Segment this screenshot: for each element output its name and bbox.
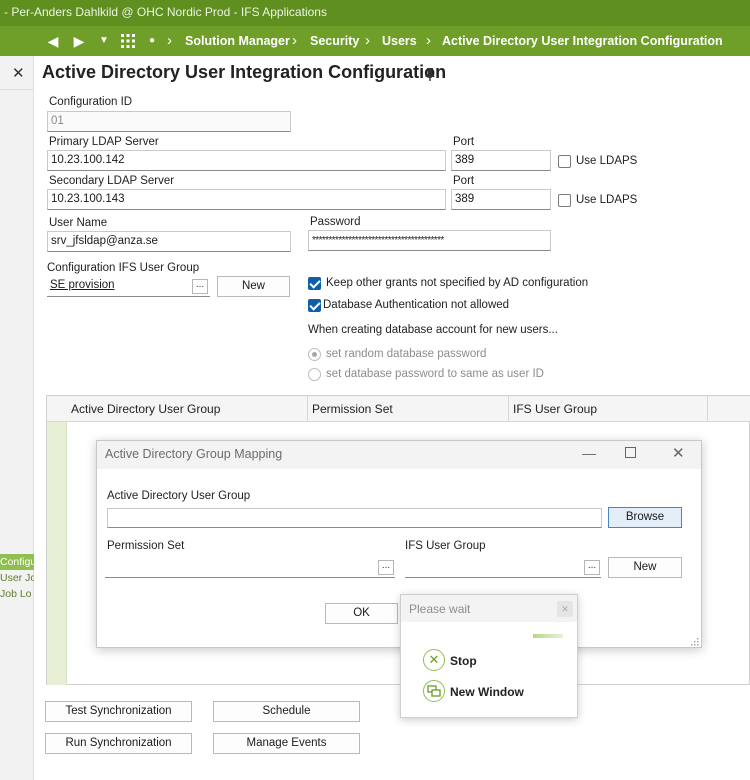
config-ifs-user-group-lov-button[interactable]: ... bbox=[192, 279, 208, 294]
primary-use-ldaps-checkbox[interactable] bbox=[558, 155, 571, 168]
breadcrumb-users[interactable]: Users bbox=[382, 26, 417, 56]
dialog-ifs-user-group-label: IFS User Group bbox=[405, 540, 486, 552]
random-password-label: set random database password bbox=[326, 348, 487, 360]
minimize-icon[interactable]: — bbox=[582, 445, 596, 461]
primary-port-field[interactable]: 389 bbox=[451, 150, 551, 171]
manage-events-button[interactable]: Manage Events bbox=[213, 733, 360, 754]
left-navigator-panel bbox=[0, 56, 34, 780]
divider bbox=[0, 89, 34, 90]
primary-use-ldaps-label: Use LDAPS bbox=[576, 155, 638, 167]
chevron-right-icon: › bbox=[292, 32, 297, 49]
breadcrumb-solution-manager[interactable]: Solution Manager bbox=[185, 26, 290, 56]
secondary-port-field[interactable]: 389 bbox=[451, 189, 551, 210]
configuration-id-label: Configuration ID bbox=[49, 96, 133, 108]
ifs-user-group-lov-button[interactable]: ... bbox=[584, 560, 600, 575]
secondary-port-label: Port bbox=[453, 175, 475, 187]
db-auth-not-allowed-checkbox[interactable] bbox=[308, 299, 321, 312]
close-icon[interactable]: ✕ bbox=[672, 444, 685, 462]
forward-icon[interactable]: ▶ bbox=[70, 26, 88, 56]
new-window-label[interactable]: New Window bbox=[450, 685, 524, 699]
pin-icon[interactable] bbox=[424, 67, 438, 83]
maximize-icon[interactable] bbox=[625, 447, 636, 458]
db-auth-not-allowed-label: Database Authentication not allowed bbox=[323, 299, 510, 311]
breadcrumb-current-page[interactable]: Active Directory User Integration Config… bbox=[442, 26, 723, 56]
dialog-permission-set-label: Permission Set bbox=[107, 540, 185, 552]
password-label: Password bbox=[310, 216, 361, 228]
back-icon[interactable]: ◀ bbox=[44, 26, 62, 56]
secondary-use-ldaps-label: Use LDAPS bbox=[576, 194, 638, 206]
secondary-ldap-field[interactable]: 10.23.100.143 bbox=[47, 189, 446, 210]
stop-icon[interactable]: ✕ bbox=[423, 649, 445, 671]
schedule-button[interactable]: Schedule bbox=[213, 701, 360, 722]
column-header-ad-user-group[interactable]: Active Directory User Group bbox=[67, 396, 308, 422]
column-header-ifs-user-group[interactable]: IFS User Group bbox=[509, 396, 708, 422]
window-title: - Per-Anders Dahlkild @ OHC Nordic Prod … bbox=[0, 0, 750, 26]
please-wait-title: Please wait bbox=[409, 602, 471, 616]
home-dot-icon[interactable]: ● bbox=[145, 26, 159, 56]
primary-ldap-label: Primary LDAP Server bbox=[49, 136, 159, 148]
new-window-icon[interactable] bbox=[423, 680, 445, 702]
left-item-configuration[interactable]: Configu bbox=[0, 554, 34, 570]
left-item-user-job[interactable]: User Jo bbox=[0, 570, 34, 586]
keep-other-grants-label: Keep other grants not specified by AD co… bbox=[326, 277, 589, 289]
password-field[interactable]: **************************************** bbox=[308, 230, 551, 251]
run-synchronization-button[interactable]: Run Synchronization bbox=[45, 733, 192, 754]
stop-label[interactable]: Stop bbox=[450, 654, 477, 668]
secondary-ldap-label: Secondary LDAP Server bbox=[49, 175, 175, 187]
user-name-label: User Name bbox=[49, 217, 108, 229]
chevron-right-icon: › bbox=[426, 32, 431, 49]
random-password-radio[interactable] bbox=[308, 348, 321, 361]
dialog-ifs-user-group-field[interactable] bbox=[405, 557, 601, 578]
config-ifs-user-group-label: Configuration IFS User Group bbox=[47, 262, 200, 274]
grid-menu-icon[interactable] bbox=[118, 26, 138, 56]
dialog-title: Active Directory Group Mapping bbox=[105, 447, 283, 461]
same-as-user-id-label: set database password to same as user ID bbox=[326, 368, 544, 380]
primary-port-label: Port bbox=[453, 136, 475, 148]
permission-set-lov-button[interactable]: ... bbox=[378, 560, 394, 575]
config-ifs-user-group-field[interactable]: SE provision bbox=[47, 276, 210, 297]
breadcrumb-security[interactable]: Security bbox=[310, 26, 359, 56]
primary-ldap-field[interactable]: 10.23.100.142 bbox=[47, 150, 446, 171]
db-account-heading: When creating database account for new u… bbox=[308, 324, 558, 336]
browse-button[interactable]: Browse bbox=[608, 507, 682, 528]
progress-indicator bbox=[533, 634, 563, 638]
config-ifs-user-group-link[interactable]: SE provision bbox=[50, 279, 115, 291]
dialog-ad-user-group-field[interactable] bbox=[107, 508, 602, 528]
close-icon[interactable]: ✕ bbox=[557, 601, 573, 617]
dialog-permission-set-field[interactable] bbox=[105, 557, 395, 578]
close-icon[interactable]: ✕ bbox=[12, 64, 25, 82]
chevron-right-icon: › bbox=[365, 32, 370, 49]
column-header-permission-set[interactable]: Permission Set bbox=[308, 396, 509, 422]
row-selector-column[interactable] bbox=[47, 422, 67, 685]
left-item-job-log[interactable]: Job Lo bbox=[0, 586, 34, 602]
navigation-bar: ◀ ▶ ▼ ● › Solution Manager › Security › … bbox=[0, 26, 750, 56]
config-ifs-user-group-new-button[interactable]: New bbox=[217, 276, 290, 297]
dialog-ad-user-group-label: Active Directory User Group bbox=[107, 490, 251, 502]
dialog-new-button[interactable]: New bbox=[608, 557, 682, 578]
dialog-ok-button[interactable]: OK bbox=[325, 603, 398, 624]
history-dropdown-icon[interactable]: ▼ bbox=[97, 26, 111, 56]
chevron-right-icon: › bbox=[167, 32, 172, 49]
secondary-use-ldaps-checkbox[interactable] bbox=[558, 194, 571, 207]
resize-grip-icon[interactable] bbox=[690, 637, 699, 646]
group-mapping-dialog bbox=[96, 440, 702, 648]
test-synchronization-button[interactable]: Test Synchronization bbox=[45, 701, 192, 722]
configuration-id-field[interactable]: 01 bbox=[47, 111, 291, 132]
user-name-field[interactable]: srv_jfsldap@anza.se bbox=[47, 231, 291, 252]
page-title: Active Directory User Integration Config… bbox=[42, 62, 447, 82]
same-as-user-id-radio[interactable] bbox=[308, 368, 321, 381]
keep-other-grants-checkbox[interactable] bbox=[308, 277, 321, 290]
